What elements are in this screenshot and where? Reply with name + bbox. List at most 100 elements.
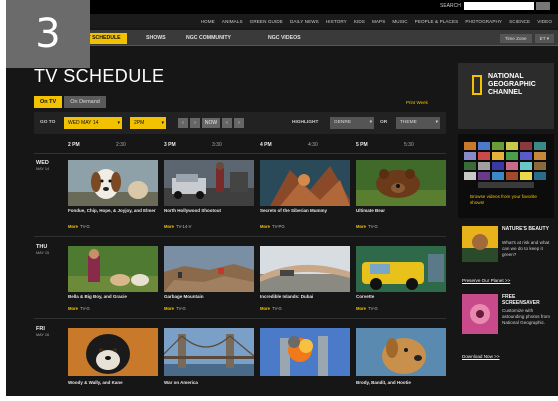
ngc-logo-text: NATIONAL GEOGRAPHIC CHANNEL (488, 73, 536, 97)
nav-history[interactable]: HISTORY (326, 19, 347, 24)
time-4pm: 4 PM (260, 142, 272, 148)
day-date: MAY 16 (36, 333, 50, 337)
preserve-planet-link[interactable]: Preserve Our Planet >> (462, 278, 510, 283)
more-link[interactable]: More (164, 306, 174, 311)
show-title[interactable]: Incredible Islands: Dubai (260, 294, 350, 300)
more-link[interactable]: More (68, 306, 78, 311)
ngc-yellow-border-icon (472, 75, 482, 95)
download-now-link[interactable]: Download Now >> (462, 354, 500, 359)
time-3pm: 3 PM (164, 142, 176, 148)
subtab-ngc-videos[interactable]: NGC VIDEOS (262, 33, 307, 44)
show-thumbnail-bridge[interactable] (164, 328, 254, 376)
search-label: SEARCH (440, 3, 461, 9)
show-thumbnail-woody[interactable] (68, 328, 158, 376)
nav-daily-news[interactable]: DAILY NEWS (290, 19, 319, 24)
nav-green-guide[interactable]: GREEN GUIDE (250, 19, 283, 24)
show-rating: TV-G (272, 306, 282, 311)
timezone-select[interactable]: ET ▾ (534, 34, 554, 43)
page-title: TV SCHEDULE (34, 66, 165, 86)
day-name: WED (36, 160, 49, 166)
prev-day-button[interactable]: ‹ (178, 118, 188, 128)
video-wall-caption[interactable]: Browse videos from your favorite shows! (470, 194, 544, 206)
nav-science[interactable]: SCIENCE (509, 19, 530, 24)
search-go-button[interactable] (536, 2, 550, 10)
more-link[interactable]: More (356, 224, 366, 229)
chevron-down-icon: ▾ (369, 120, 372, 125)
show-title[interactable]: Brody, Bandit, and Hootie (356, 380, 446, 386)
show-rating: TV-G (368, 224, 378, 229)
nav-people-places[interactable]: PEOPLE & PLACES (415, 19, 459, 24)
show-rating: TV-PG (272, 224, 285, 229)
show-thumbnail-garbage[interactable] (164, 246, 254, 292)
show-title[interactable]: Corvette (356, 294, 446, 300)
more-link[interactable]: More (164, 224, 174, 229)
date-select[interactable]: WED MAY 14 ▾ (64, 117, 122, 129)
now-button[interactable]: NOW (202, 118, 220, 128)
time-select[interactable]: 2PM ▾ (130, 117, 166, 129)
show-thumbnail-dubai[interactable] (260, 246, 350, 292)
screensaver-promo[interactable]: FREE SCREENSAVER Customize with astoundi… (462, 290, 552, 340)
logo-line: GEOGRAPHIC (488, 81, 536, 88)
nav-kids[interactable]: KIDS (354, 19, 365, 24)
show-rating: TV-G (368, 306, 378, 311)
day-label-thu: THU MAY 15 (36, 244, 64, 255)
nav-video[interactable]: VIDEO (537, 19, 552, 24)
show-title[interactable]: Secrets of the Siberian Mummy (260, 208, 350, 214)
nav-maps[interactable]: MAPS (372, 19, 385, 24)
subtab-ngc-community[interactable]: NGC COMMUNITY (180, 33, 237, 44)
more-link[interactable]: More (356, 306, 366, 311)
logo-line: CHANNEL (488, 89, 523, 96)
show-thumbnail-explosion[interactable] (260, 328, 350, 376)
show-title[interactable]: Fondue, Chip, Hope, & Joyjoy, and Elmer (68, 208, 158, 214)
search-input[interactable] (464, 2, 534, 10)
show-title[interactable]: Woody & Wally, and Kane (68, 380, 158, 386)
show-thumbnail-dogs[interactable] (68, 160, 158, 206)
time-2pm: 2 PM (68, 142, 80, 148)
subtab-shows[interactable]: SHOWS (140, 33, 172, 44)
show-thumbnail-shootout[interactable] (164, 160, 254, 206)
date-select-value: WED MAY 14 (68, 120, 99, 126)
more-link[interactable]: More (68, 224, 78, 229)
more-link[interactable]: More (260, 224, 270, 229)
timezone-label[interactable]: Time Zone (499, 34, 532, 43)
nav-photography[interactable]: PHOTOGRAPHY (465, 19, 502, 24)
show-title[interactable]: Bella & Big Boy, and Gracie (68, 294, 158, 300)
show-title[interactable]: War on America (164, 380, 254, 386)
show-thumbnail-bella[interactable] (68, 246, 158, 292)
show-thumbnail-brody[interactable] (356, 328, 446, 376)
tab-on-tv[interactable]: On TV (34, 96, 63, 108)
show-rating: TV-G (80, 224, 90, 229)
video-wall-ad[interactable]: Browse videos from your favorite shows! (458, 134, 554, 218)
go-to-label: GO TO (40, 120, 56, 125)
screensaver-title: FREE SCREENSAVER (502, 294, 540, 306)
show-meta: More TV-G (260, 306, 282, 311)
more-link[interactable]: More (260, 306, 270, 311)
nav-music[interactable]: MUSIC (392, 19, 407, 24)
show-meta: More TV-G (164, 306, 186, 311)
ngc-logo-ad[interactable]: NATIONAL GEOGRAPHIC CHANNEL (458, 63, 554, 129)
time-230: 2:30 (116, 142, 126, 148)
next-day-button[interactable]: › (190, 118, 200, 128)
tab-on-demand[interactable]: On Demand (64, 96, 106, 108)
genre-select[interactable]: GENRE ▾ (330, 117, 374, 129)
show-meta: More TV-G (68, 224, 90, 229)
show-meta: More TV-G (356, 306, 378, 311)
next-time-button[interactable]: › (234, 118, 244, 128)
show-title[interactable]: Ultimate Bear (356, 208, 446, 214)
time-330: 3:30 (212, 142, 222, 148)
print-week-link[interactable]: Print Week (406, 100, 428, 105)
show-thumbnail-corvette[interactable] (356, 246, 446, 292)
show-thumbnail-mummy[interactable] (260, 160, 350, 206)
nav-home[interactable]: HOME (201, 19, 215, 24)
show-title[interactable]: North Hollywood Shootout (164, 208, 254, 214)
day-label-wed: WED MAY 14 (36, 160, 64, 171)
day-name: FRI (36, 326, 45, 332)
show-title[interactable]: Garbage Mountain (164, 294, 254, 300)
theme-select[interactable]: THEME ▾ (396, 117, 440, 129)
natures-beauty-promo[interactable]: NATURE'S BEAUTY What's at risk and what … (462, 222, 552, 274)
row-divider (34, 236, 446, 237)
show-thumbnail-bear[interactable] (356, 160, 446, 206)
theme-select-value: THEME (400, 120, 417, 125)
nav-animals[interactable]: ANIMALS (222, 19, 243, 24)
prev-time-button[interactable]: ‹ (222, 118, 232, 128)
